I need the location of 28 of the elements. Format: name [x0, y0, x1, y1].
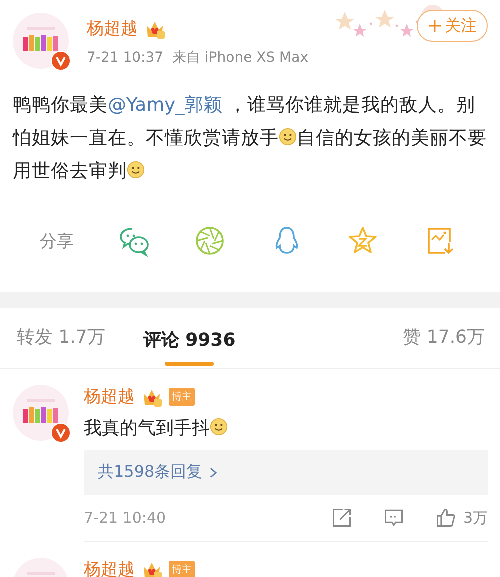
tab[interactable]: 评论 9936 [143, 318, 236, 366]
comment-text: 我真的气到手抖 [84, 416, 488, 440]
avatar[interactable] [13, 385, 69, 441]
share-icon[interactable] [331, 507, 354, 529]
chevron-right-icon [208, 466, 218, 480]
avatar[interactable] [13, 13, 69, 69]
smiley-icon [279, 128, 297, 146]
plus-icon [428, 19, 442, 33]
username[interactable]: 杨超越 [84, 558, 135, 577]
tab[interactable]: 赞 17.6万 [403, 315, 485, 361]
aperture-icon[interactable] [194, 225, 226, 257]
author-badge: 博主 [169, 560, 195, 577]
tab[interactable]: 转发 1.7万 [17, 315, 106, 361]
comment-time: 7-21 10:40 [84, 509, 166, 527]
comment-icon[interactable] [383, 507, 406, 529]
thumbs-up-icon [435, 507, 458, 529]
post-text: 鸭鸭你最美@Yamy_郭颖 ，谁骂你谁就是我的敌人。别怕姐妹一直在。不懂欣赏请放手 自信的女孩的美丽不要用世俗去审判 [13, 94, 487, 184]
author-badge: 博主 [169, 388, 195, 406]
like-button[interactable]: 3万 [435, 507, 488, 529]
share-label: 分享 [40, 230, 75, 252]
replies-link[interactable]: 共1598条回复 [98, 462, 218, 483]
username[interactable]: 杨超越 [87, 17, 138, 40]
post-meta: 7-21 10:37 来自 iPhone XS Max [87, 49, 310, 67]
mention-link[interactable]: @Yamy_郭颖 [108, 95, 223, 116]
smiley-icon [127, 161, 145, 179]
username[interactable]: 杨超越 [84, 385, 135, 408]
chat-bubbles-icon[interactable] [118, 225, 150, 257]
follow-button[interactable]: 关注 [417, 10, 488, 42]
